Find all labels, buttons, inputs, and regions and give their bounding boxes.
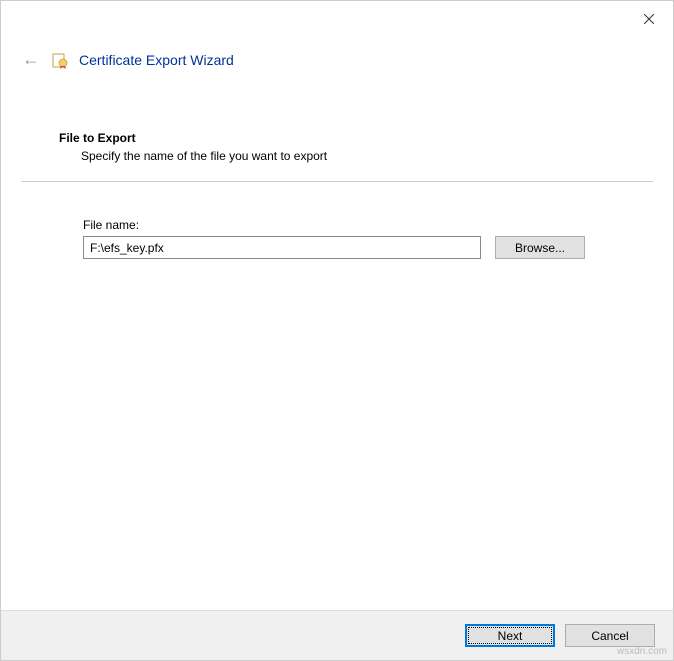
- filename-row: Browse...: [83, 236, 653, 259]
- browse-button[interactable]: Browse...: [495, 236, 585, 259]
- footer-bar: Next Cancel: [1, 610, 673, 660]
- filename-input[interactable]: [83, 236, 481, 259]
- wizard-title: Certificate Export Wizard: [79, 52, 234, 68]
- divider: [21, 181, 653, 182]
- content-area: File to Export Specify the name of the f…: [21, 131, 653, 259]
- cancel-button[interactable]: Cancel: [565, 624, 655, 647]
- section-heading: File to Export: [59, 131, 653, 145]
- wizard-header: ← Certificate Export Wizard: [21, 49, 234, 70]
- certificate-icon: [51, 51, 69, 69]
- close-button[interactable]: [639, 9, 659, 29]
- filename-label: File name:: [83, 218, 653, 232]
- section-subheading: Specify the name of the file you want to…: [81, 149, 653, 163]
- next-button[interactable]: Next: [465, 624, 555, 647]
- back-arrow-icon: ←: [21, 49, 41, 70]
